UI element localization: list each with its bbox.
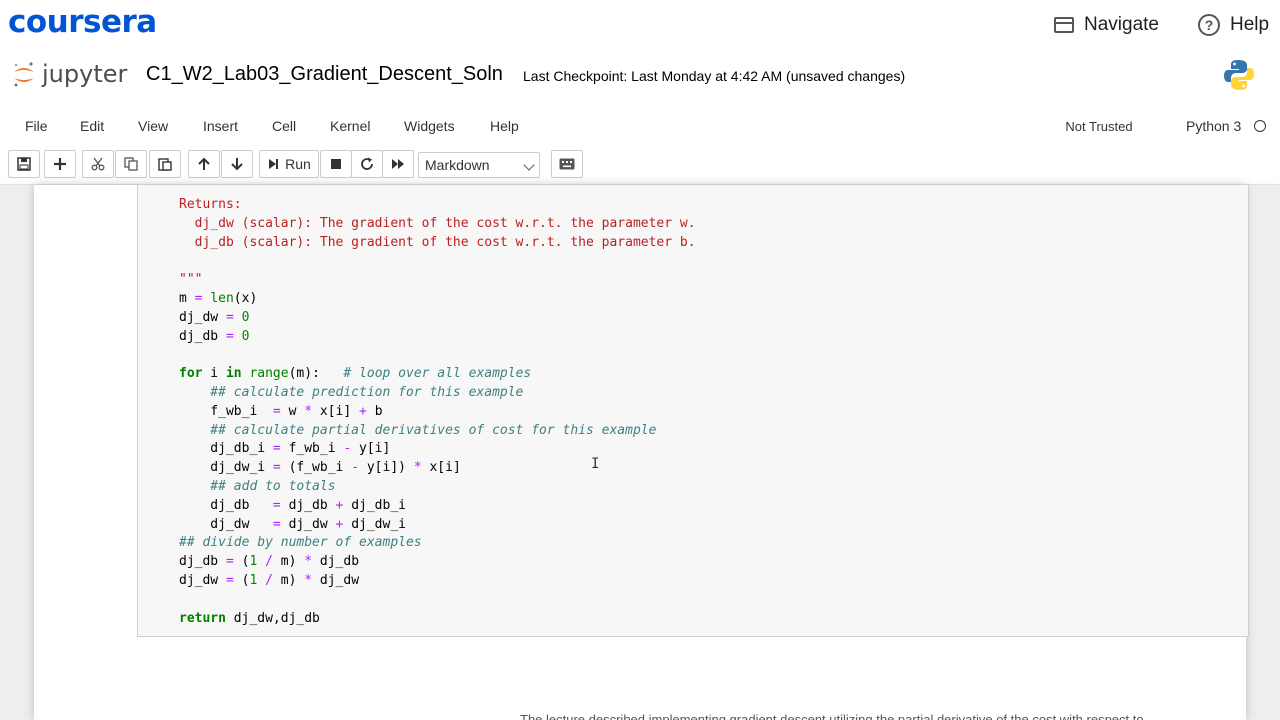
jupyter-logo[interactable]: jupyter [12,60,127,88]
paste-icon [158,158,172,171]
run-icon [269,159,279,169]
trust-button[interactable]: Not Trusted [1056,114,1142,138]
jupyter-header: jupyter C1_W2_Lab03_Gradient_Descent_Sol… [0,52,1280,100]
cell-type-value: Markdown [425,157,490,173]
notebook-title[interactable]: C1_W2_Lab03_Gradient_Descent_Soln [146,63,503,86]
code-line: f_wb_i = w * x[i] + b [179,403,383,419]
code-line: ## divide by number of examples [179,535,422,551]
command-palette-button[interactable] [551,150,583,178]
checkpoint-status: Last Checkpoint: Last Monday at 4:42 AM … [523,68,906,84]
paste-button[interactable] [149,150,181,178]
stop-icon [331,159,341,169]
restart-button[interactable] [351,150,383,178]
copy-icon [124,157,138,171]
python-logo-icon [1224,60,1254,90]
code-line: dj_dw = dj_dw + dj_dw_i [179,516,406,532]
cut-icon [91,157,105,171]
code-line: """ [179,272,203,288]
code-line: dj_dw_i = (f_wb_i - y[i]) * x[i] [179,460,461,476]
code-line: dj_db_i = f_wb_i - y[i] [179,441,391,457]
menu-widgets[interactable]: Widgets [404,118,455,134]
code-line: dj_dw (scalar): The gradient of the cost… [179,215,696,231]
code-line: dj_dw = (1 / m) * dj_dw [179,572,360,588]
restart-run-all-button[interactable] [382,150,414,178]
run-button[interactable]: Run [259,150,319,178]
jupyter-logo-icon [14,62,34,87]
code-line: dj_db = (1 / m) * dj_db [179,554,360,570]
code-line: dj_db (scalar): The gradient of the cost… [179,234,696,250]
move-down-button[interactable] [221,150,253,178]
code-line: ## calculate partial derivatives of cost… [179,422,657,438]
arrow-up-icon [198,157,210,170]
chevron-down-icon [523,159,535,171]
help-icon: ? [1198,14,1220,36]
plus-icon [54,158,66,170]
kernel-idle-indicator [1254,120,1266,132]
save-icon [17,157,31,171]
code-line: dj_db = dj_db + dj_db_i [179,497,406,513]
code-line: ## calculate prediction for this example [179,384,524,400]
keyboard-icon [559,158,575,170]
arrow-down-icon [231,158,243,171]
text-cursor-icon: I [591,456,600,472]
move-up-button[interactable] [188,150,220,178]
kernel-name[interactable]: Python 3 [1186,118,1241,134]
code-line: Returns: [179,197,242,212]
code-editor[interactable]: Returns: dj_dw (scalar): The gradient of… [179,196,696,628]
help-label: Help [1230,14,1270,35]
restart-icon [361,157,373,170]
next-markdown-cell: The lecture described implementing gradi… [520,712,1144,720]
code-line: ## add to totals [179,478,336,494]
navigate-button[interactable]: Navigate [1054,14,1159,36]
jupyter-wordmark: jupyter [42,60,128,88]
interrupt-button[interactable] [320,150,352,178]
menu-help[interactable]: Help [490,118,519,134]
coursera-header: coursera Navigate ? Help [0,0,1280,52]
cut-button[interactable] [82,150,114,178]
menu-kernel[interactable]: Kernel [330,118,370,134]
navigate-label: Navigate [1084,14,1159,35]
menu-insert[interactable]: Insert [203,118,238,134]
code-line: for i in range(m): # loop over all examp… [179,366,532,382]
insert-cell-button[interactable] [44,150,76,178]
code-line: dj_dw = 0 [179,309,250,325]
menu-view[interactable]: View [138,118,168,134]
save-button[interactable] [8,150,40,178]
navigate-icon [1054,17,1074,33]
run-label: Run [285,156,311,172]
code-line: m = len(x) [179,290,258,306]
coursera-logo[interactable]: coursera [8,4,157,40]
help-button[interactable]: ? Help [1198,14,1269,36]
cell-type-select[interactable]: Markdown [418,152,540,178]
menu-cell[interactable]: Cell [272,118,296,134]
menu-file[interactable]: File [25,118,48,134]
code-line: return dj_dw,dj_db [179,610,320,626]
menu-edit[interactable]: Edit [80,118,104,134]
code-line: dj_db = 0 [179,328,250,344]
fast-forward-icon [392,159,404,169]
copy-button[interactable] [115,150,147,178]
